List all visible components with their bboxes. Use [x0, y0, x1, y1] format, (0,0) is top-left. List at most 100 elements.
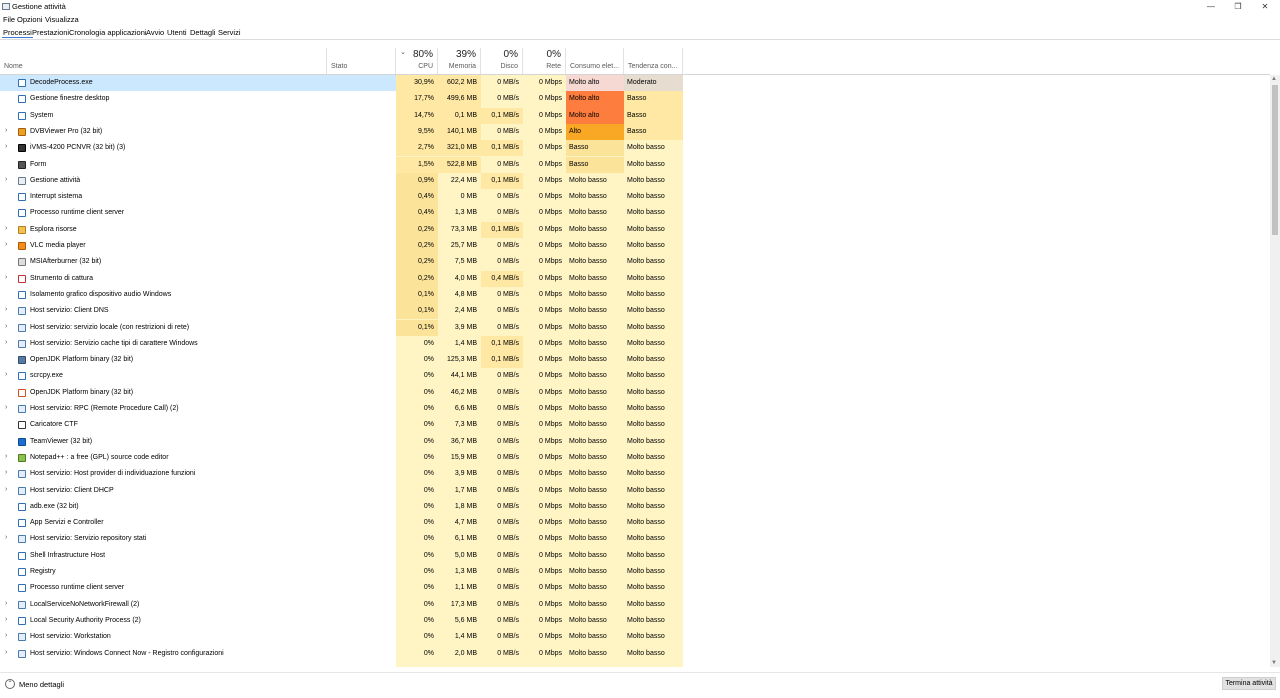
process-row[interactable]: › Host servizio: servizio locale (con res…: [0, 319, 683, 336]
minimize-button[interactable]: —: [1198, 0, 1224, 14]
process-name-cell[interactable]: OpenJDK Platform binary (32 bit): [0, 385, 396, 401]
process-row[interactable]: › LocalServiceNoNetworkFirewall (2) 0% 17,3…: [0, 597, 683, 613]
vertical-scrollbar[interactable]: ▲ ▼: [1270, 75, 1280, 667]
process-row[interactable]: › Host servizio: Client DHCP 0% 1,7 MB 0 MB/…: [0, 483, 683, 499]
less-details-link[interactable]: Meno dettagli: [19, 680, 64, 689]
process-row[interactable]: OpenJDK Platform binary (32 bit) 0% 46,2 M…: [0, 385, 683, 401]
process-name-cell[interactable]: › Host servizio: Host provider di individ…: [0, 466, 396, 482]
column-header-trend[interactable]: Tendenza con...: [624, 48, 683, 74]
process-row[interactable]: Shell Infrastructure Host 0% 5,0 MB 0 MB/s 0…: [0, 548, 683, 564]
process-row[interactable]: › Host servizio: Servizio cache tipi di c…: [0, 335, 683, 353]
process-name-cell[interactable]: adb.exe (32 bit): [0, 499, 396, 515]
process-name-cell[interactable]: › Esplora risorse: [0, 222, 396, 238]
tab-servizi[interactable]: Servizi: [217, 28, 242, 37]
process-row[interactable]: › Host servizio: Windows Connect Now - Re…: [0, 646, 683, 662]
process-row[interactable]: › Host servizio: RPC (Remote Procedure Ca…: [0, 401, 683, 417]
end-task-button[interactable]: Termina attività: [1222, 677, 1276, 690]
expand-chevron-icon[interactable]: ›: [5, 469, 7, 476]
expand-chevron-icon[interactable]: ›: [5, 339, 7, 346]
close-button[interactable]: ✕: [1252, 0, 1278, 14]
expand-chevron-icon[interactable]: ›: [5, 600, 7, 607]
process-name-cell[interactable]: Interrupt sistema: [0, 189, 396, 205]
process-name-cell[interactable]: MSIAfterburner (32 bit): [0, 254, 396, 270]
process-name-cell[interactable]: › DVBViewer Pro (32 bit): [0, 124, 396, 140]
process-row[interactable]: adb.exe (32 bit) 0% 1,8 MB 0 MB/s 0 Mbps Molt…: [0, 499, 683, 515]
process-row[interactable]: Gestione finestre desktop 17,7% 499,6 MB 0 …: [0, 91, 683, 108]
process-name-cell[interactable]: › Local Security Authority Process (2): [0, 613, 396, 629]
process-name-cell[interactable]: Isolamento grafico dispositivo audio Win…: [0, 287, 396, 303]
scroll-up-arrow-icon[interactable]: ▲: [1271, 76, 1277, 82]
process-name-cell[interactable]: Processo runtime client server: [0, 580, 396, 596]
process-row[interactable]: System 14,7% 0,1 MB 0,1 MB/s 0 Mbps Molto alt…: [0, 107, 683, 124]
tab-processi[interactable]: Processi: [2, 28, 33, 38]
column-header-power[interactable]: Consumo elet...: [566, 48, 624, 74]
expand-chevron-icon[interactable]: ›: [5, 143, 7, 150]
process-name-cell[interactable]: › iVMS-4200 PCNVR (32 bit) (3): [0, 140, 396, 156]
expand-chevron-icon[interactable]: ›: [5, 306, 7, 313]
process-row[interactable]: Isolamento grafico dispositivo audio Win…: [0, 286, 683, 304]
process-name-cell[interactable]: › LocalServiceNoNetworkFirewall (2): [0, 597, 396, 613]
process-row[interactable]: › Notepad++ : a free (GPL) source code ed…: [0, 450, 683, 466]
process-name-cell[interactable]: › VLC media player: [0, 238, 396, 254]
process-row[interactable]: › Host servizio: Workstation 0% 1,4 MB 0 MB/…: [0, 629, 683, 645]
column-header-status[interactable]: Stato: [327, 48, 396, 74]
tab-utenti[interactable]: Utenti: [166, 28, 188, 37]
process-row[interactable]: Caricatore CTF 0% 7,3 MB 0 MB/s 0 Mbps Molto …: [0, 417, 683, 433]
process-row[interactable]: OpenJDK Platform binary (32 bit) 0% 125,3 …: [0, 352, 683, 369]
expand-chevron-icon[interactable]: ›: [5, 371, 7, 378]
process-row[interactable]: › Local Security Authority Process (2) 0% 5…: [0, 613, 683, 629]
process-name-cell[interactable]: › Gestione attività: [0, 173, 396, 189]
expand-chevron-icon[interactable]: ›: [5, 127, 7, 134]
column-header-cpu[interactable]: ⌄ 80% CPU: [396, 48, 438, 74]
process-name-cell[interactable]: Registry: [0, 564, 396, 580]
process-name-cell[interactable]: › Notepad++ : a free (GPL) source code ed…: [0, 450, 396, 466]
expand-chevron-icon[interactable]: ›: [5, 486, 7, 493]
process-name-cell[interactable]: › Host servizio: Client DNS: [0, 303, 396, 319]
process-row[interactable]: › Host servizio: Client DNS 0,1% 2,4 MB 0 MB…: [0, 303, 683, 320]
menu-visualizza[interactable]: Visualizza: [45, 15, 79, 24]
process-row[interactable]: › scrcpy.exe 0% 44,1 MB 0 MB/s 0 Mbps Molto ba…: [0, 368, 683, 384]
process-row[interactable]: Registry 0% 1,3 MB 0 MB/s 0 Mbps Molto basso M…: [0, 564, 683, 580]
expand-chevron-icon[interactable]: ›: [5, 632, 7, 639]
process-name-cell[interactable]: App Servizi e Controller: [0, 515, 396, 531]
tab-prestazioni[interactable]: Prestazioni: [31, 28, 70, 37]
expand-chevron-icon[interactable]: ›: [5, 274, 7, 281]
process-name-cell[interactable]: › Host servizio: servizio locale (con res…: [0, 320, 396, 336]
column-header-disk[interactable]: 0% Disco: [481, 48, 523, 74]
expand-chevron-icon[interactable]: ›: [5, 225, 7, 232]
menu-file[interactable]: File: [3, 15, 15, 24]
process-row[interactable]: › Gestione attività 0,9% 22,4 MB 0,1 MB/s 0 M…: [0, 172, 683, 190]
expand-chevron-icon[interactable]: ›: [5, 649, 7, 656]
process-row[interactable]: Interrupt sistema 0,4% 0 MB 0 MB/s 0 Mbps Mol…: [0, 189, 683, 206]
column-header-network[interactable]: 0% Rete: [523, 48, 566, 74]
process-name-cell[interactable]: › Host servizio: Client DHCP: [0, 483, 396, 499]
process-row[interactable]: › Esplora risorse 0,2% 73,3 MB 0,1 MB/s 0 Mbp…: [0, 221, 683, 238]
process-row[interactable]: › VLC media player 0,2% 25,7 MB 0 MB/s 0 Mbps…: [0, 238, 683, 255]
process-name-cell[interactable]: › Host servizio: Servizio cache tipi di c…: [0, 336, 396, 352]
process-row[interactable]: › Host servizio: Host provider di individ…: [0, 466, 683, 482]
tab-cronologia-applicazioni[interactable]: Cronologia applicazioni: [68, 28, 148, 37]
process-name-cell[interactable]: DecodeProcess.exe: [0, 75, 396, 92]
process-name-cell[interactable]: › Strumento di cattura: [0, 271, 396, 287]
collapse-chevron-icon[interactable]: ⌃: [5, 679, 15, 689]
column-header-name[interactable]: Nome: [0, 48, 327, 74]
expand-chevron-icon[interactable]: ›: [5, 241, 7, 248]
process-name-cell[interactable]: › Host servizio: Servizio repository stat…: [0, 531, 396, 547]
scroll-down-arrow-icon[interactable]: ▼: [1271, 660, 1277, 666]
expand-chevron-icon[interactable]: ›: [5, 176, 7, 183]
expand-chevron-icon[interactable]: ›: [5, 616, 7, 623]
process-row[interactable]: DecodeProcess.exe 30,9% 602,2 MB 0 MB/s 0 Mb…: [0, 75, 683, 92]
tab-avvio[interactable]: Avvio: [145, 28, 165, 37]
menu-opzioni[interactable]: Opzioni: [17, 15, 42, 24]
process-name-cell[interactable]: TeamViewer (32 bit): [0, 434, 396, 450]
column-header-memory[interactable]: 39% Memoria: [438, 48, 481, 74]
process-name-cell[interactable]: › Host servizio: Windows Connect Now - Re…: [0, 646, 396, 662]
process-name-cell[interactable]: Shell Infrastructure Host: [0, 548, 396, 564]
process-row[interactable]: App Servizi e Controller 0% 4,7 MB 0 MB/s 0 …: [0, 515, 683, 531]
tab-dettagli[interactable]: Dettagli: [189, 28, 216, 37]
process-row[interactable]: Form 1,5% 522,8 MB 0 MB/s 0 Mbps Basso Molto b…: [0, 156, 683, 173]
process-row[interactable]: Processo runtime client server 0,4% 1,3 MB…: [0, 205, 683, 222]
process-name-cell[interactable]: › Host servizio: RPC (Remote Procedure Ca…: [0, 401, 396, 417]
process-row[interactable]: TeamViewer (32 bit) 0% 36,7 MB 0 MB/s 0 Mbps…: [0, 434, 683, 450]
process-row[interactable]: Processo runtime client server 0% 1,1 MB 0 …: [0, 580, 683, 596]
